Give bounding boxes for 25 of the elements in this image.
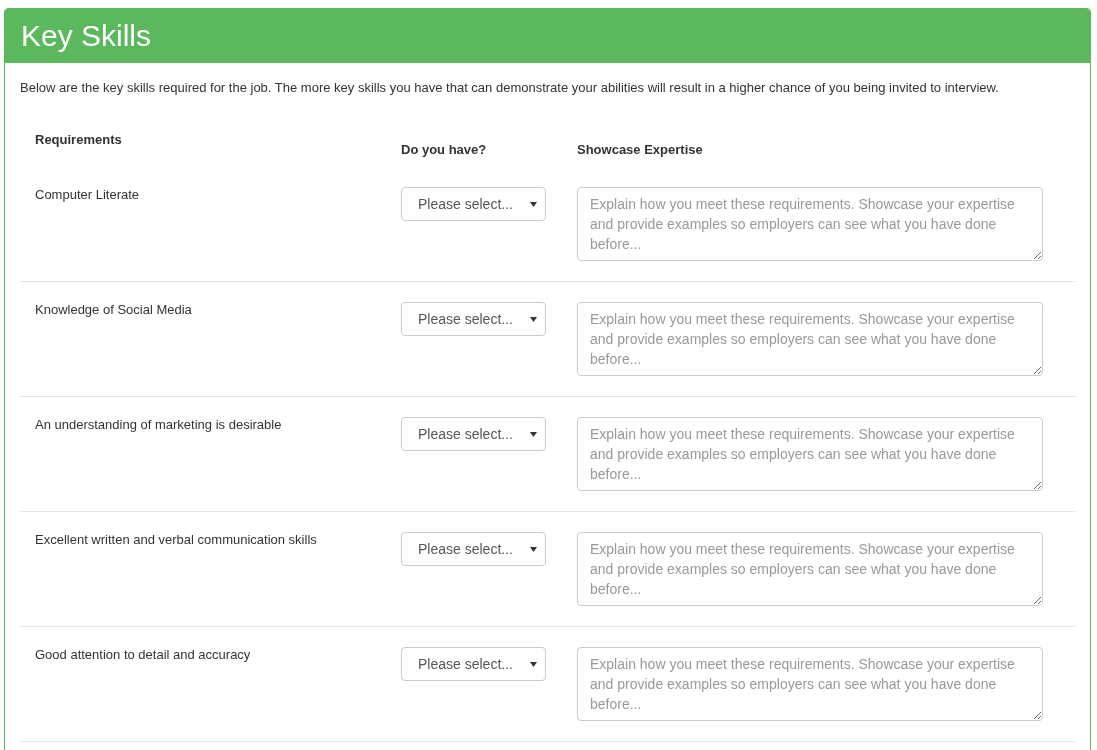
- panel-title: Key Skills: [21, 19, 153, 53]
- select-dropdown[interactable]: Please select...: [401, 532, 546, 566]
- requirement-text: Excellent written and verbal communication skills: [35, 532, 318, 547]
- requirement-text: Knowledge of Social Media: [35, 302, 193, 317]
- caret-icon: [530, 431, 537, 437]
- expertise-field[interactable]: Explain how you meet these requirements. Showcase your expertise and provide examples so employers can see what you have done before...: [577, 647, 1043, 721]
- expertise-field[interactable]: Explain how you meet these requirements. Showcase your expertise and provide examples so employers can see what you have done before...: [577, 187, 1043, 261]
- caret-icon: [530, 546, 537, 552]
- requirement-text: Good attention to detail and accuracy: [35, 647, 252, 662]
- select-dropdown[interactable]: Please select...: [401, 647, 546, 681]
- caret-icon: [530, 316, 537, 322]
- caret-icon: [530, 201, 537, 207]
- column-header: Requirements: [35, 132, 122, 147]
- caret-icon: [530, 661, 537, 667]
- intro-text: Below are the key skills required for the job. The more key skills you have that can demonstrate your abilities will result in a higher chance of you being invited to interview.: [20, 79, 1000, 97]
- expertise-field[interactable]: Explain how you meet these requirements. Showcase your expertise and provide examples so employers can see what you have done before...: [577, 532, 1043, 606]
- expertise-field[interactable]: Explain how you meet these requirements. Showcase your expertise and provide examples so employers can see what you have done before...: [577, 417, 1043, 491]
- select-dropdown[interactable]: Please select...: [401, 302, 546, 336]
- select-dropdown[interactable]: Please select...: [401, 187, 546, 221]
- column-header: Showcase Expertise: [577, 142, 703, 157]
- requirement-text: An understanding of marketing is desirable: [35, 417, 283, 432]
- select-dropdown[interactable]: Please select...: [401, 417, 546, 451]
- column-header: Do you have?: [401, 142, 487, 157]
- expertise-field[interactable]: Explain how you meet these requirements. Showcase your expertise and provide examples so employers can see what you have done before...: [577, 302, 1043, 376]
- requirement-text: Computer Literate: [35, 187, 141, 202]
